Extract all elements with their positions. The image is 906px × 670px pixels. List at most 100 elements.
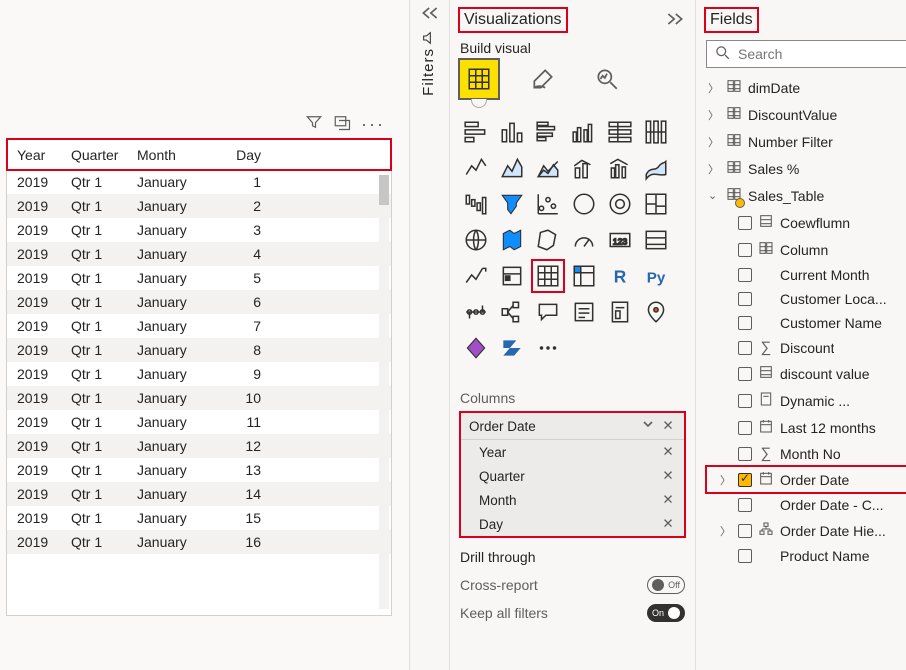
chevron-down-icon[interactable] bbox=[642, 418, 654, 434]
field-checkbox[interactable] bbox=[738, 316, 752, 330]
table-node[interactable]: 〉Number Filter⚠ bbox=[706, 128, 906, 155]
viz-treemap[interactable] bbox=[640, 188, 672, 220]
field-checkbox[interactable] bbox=[738, 341, 752, 355]
viz-kpi[interactable] bbox=[460, 260, 492, 292]
viz-arcgis[interactable] bbox=[640, 296, 672, 328]
viz-filled-map[interactable] bbox=[496, 224, 528, 256]
field-node[interactable]: Last 12 months bbox=[706, 414, 906, 441]
field-node[interactable]: Product Name bbox=[706, 544, 906, 568]
table-row[interactable]: 2019Qtr 1January11 bbox=[7, 410, 391, 434]
focus-mode-icon[interactable] bbox=[333, 113, 351, 134]
col-header-quarter[interactable]: Quarter bbox=[71, 147, 137, 163]
well-item[interactable]: Year✕ bbox=[461, 440, 684, 464]
chevron-right-icon[interactable]: 〉 bbox=[708, 80, 720, 96]
collapse-filters-icon[interactable] bbox=[410, 6, 449, 20]
viz-stacked-area[interactable] bbox=[532, 152, 564, 184]
table-row[interactable]: 2019Qtr 1January4 bbox=[7, 242, 391, 266]
viz-multi-card[interactable] bbox=[640, 224, 672, 256]
table-row[interactable]: 2019Qtr 1January3 bbox=[7, 218, 391, 242]
viz-shape-map[interactable] bbox=[532, 224, 564, 256]
table-node[interactable]: ⌄Sales_Table bbox=[706, 182, 906, 209]
well-item[interactable]: Quarter✕ bbox=[461, 464, 684, 488]
well-field-header[interactable]: Order Date ✕ bbox=[461, 413, 684, 440]
viz-map[interactable] bbox=[460, 224, 492, 256]
filters-pane[interactable]: Filters bbox=[410, 0, 450, 670]
table-row[interactable]: 2019Qtr 1January14 bbox=[7, 482, 391, 506]
field-checkbox[interactable] bbox=[738, 292, 752, 306]
scrollbar-thumb[interactable] bbox=[379, 175, 389, 205]
columns-well[interactable]: Order Date ✕ Year✕Quarter✕Month✕Day✕ bbox=[460, 412, 685, 537]
table-row[interactable]: 2019Qtr 1January16 bbox=[7, 530, 391, 554]
table-row[interactable]: 2019Qtr 1January6 bbox=[7, 290, 391, 314]
field-node[interactable]: 〉Order Date Hie... bbox=[706, 517, 906, 544]
viz-gauge[interactable] bbox=[568, 224, 600, 256]
field-node[interactable]: ∑Month No bbox=[706, 441, 906, 466]
viz-table[interactable] bbox=[532, 260, 564, 292]
table-row[interactable]: 2019Qtr 1January15 bbox=[7, 506, 391, 530]
viz-line[interactable] bbox=[460, 152, 492, 184]
fields-search[interactable] bbox=[706, 40, 906, 68]
field-checkbox[interactable] bbox=[738, 421, 752, 435]
field-checkbox[interactable] bbox=[738, 216, 752, 230]
viz-100bar[interactable] bbox=[604, 116, 636, 148]
table-row[interactable]: 2019Qtr 1January13 bbox=[7, 458, 391, 482]
chevron-right-icon[interactable]: 〉 bbox=[708, 107, 720, 123]
viz-area[interactable] bbox=[496, 152, 528, 184]
viz-clustered-bar[interactable] bbox=[532, 116, 564, 148]
remove-field-icon[interactable]: ✕ bbox=[660, 516, 676, 532]
viz-donut[interactable] bbox=[604, 188, 636, 220]
field-node[interactable]: Customer Name bbox=[706, 311, 906, 335]
field-checkbox[interactable] bbox=[738, 367, 752, 381]
viz-combo1[interactable] bbox=[568, 152, 600, 184]
field-checkbox[interactable] bbox=[738, 524, 752, 538]
cross-report-toggle[interactable]: Off bbox=[647, 576, 685, 594]
field-node[interactable]: ∑Discount bbox=[706, 335, 906, 360]
viz-py[interactable]: Py bbox=[640, 260, 672, 292]
viz-qna[interactable] bbox=[532, 296, 564, 328]
field-checkbox[interactable] bbox=[738, 473, 752, 487]
viz-stacked-col[interactable] bbox=[496, 116, 528, 148]
viz-powerapps[interactable] bbox=[460, 332, 492, 364]
field-node[interactable]: 〉Order Date bbox=[706, 466, 906, 493]
chevron-right-icon[interactable]: 〉 bbox=[708, 134, 720, 150]
field-node[interactable]: Order Date - C... bbox=[706, 493, 906, 517]
field-checkbox[interactable] bbox=[738, 268, 752, 282]
scrollbar[interactable] bbox=[379, 175, 389, 609]
chevron-icon[interactable]: 〉 bbox=[720, 472, 732, 488]
viz-more[interactable] bbox=[532, 332, 564, 364]
table-row[interactable]: 2019Qtr 1January10 bbox=[7, 386, 391, 410]
viz-ribbon[interactable] bbox=[640, 152, 672, 184]
viz-automate[interactable] bbox=[496, 332, 528, 364]
table-visual[interactable]: ··· Year Quarter Month Day 2019Qtr 1Janu… bbox=[6, 138, 392, 616]
more-options-icon[interactable]: ··· bbox=[361, 115, 385, 133]
field-checkbox[interactable] bbox=[738, 243, 752, 257]
table-row[interactable]: 2019Qtr 1January8 bbox=[7, 338, 391, 362]
viz-100col[interactable] bbox=[640, 116, 672, 148]
viz-stacked-bar[interactable] bbox=[460, 116, 492, 148]
viz-pie[interactable] bbox=[568, 188, 600, 220]
table-body[interactable]: 2019Qtr 1January12019Qtr 1January22019Qt… bbox=[7, 170, 391, 612]
viz-r[interactable]: R bbox=[604, 260, 636, 292]
table-row[interactable]: 2019Qtr 1January12 bbox=[7, 434, 391, 458]
field-checkbox[interactable] bbox=[738, 549, 752, 563]
chevron-icon[interactable]: 〉 bbox=[720, 523, 732, 539]
well-item[interactable]: Day✕ bbox=[461, 512, 684, 536]
table-row[interactable]: 2019Qtr 1January5 bbox=[7, 266, 391, 290]
field-node[interactable]: discount value bbox=[706, 360, 906, 387]
table-node[interactable]: 〉Sales % bbox=[706, 155, 906, 182]
field-checkbox[interactable] bbox=[738, 498, 752, 512]
build-visual-tab[interactable] bbox=[460, 60, 498, 98]
viz-matrix[interactable] bbox=[568, 260, 600, 292]
table-node[interactable]: 〉DiscountValue bbox=[706, 101, 906, 128]
field-node[interactable]: Current Month bbox=[706, 263, 906, 287]
format-visual-tab[interactable] bbox=[524, 60, 562, 98]
well-remove-header[interactable]: ✕ bbox=[660, 418, 676, 434]
filter-icon[interactable] bbox=[305, 113, 323, 134]
remove-field-icon[interactable]: ✕ bbox=[660, 444, 676, 460]
table-row[interactable]: 2019Qtr 1January9 bbox=[7, 362, 391, 386]
viz-smart[interactable] bbox=[568, 296, 600, 328]
table-row[interactable]: 2019Qtr 1January1 bbox=[7, 170, 391, 194]
table-row[interactable]: 2019Qtr 1January2 bbox=[7, 194, 391, 218]
analytics-tab[interactable] bbox=[588, 60, 626, 98]
viz-key-infl[interactable] bbox=[460, 296, 492, 328]
